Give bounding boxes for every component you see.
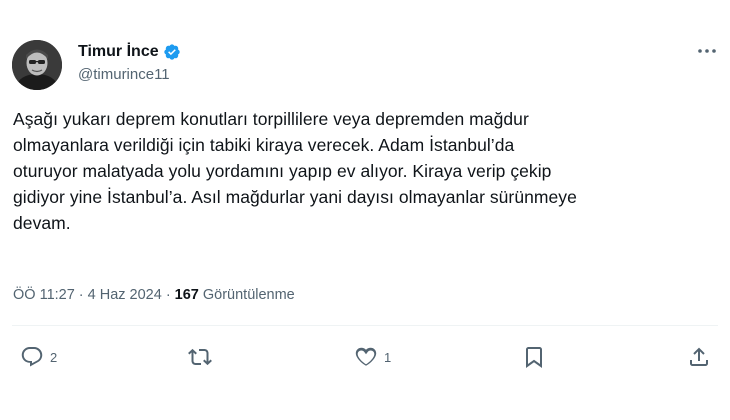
tweet-meta: ÖÖ 11:27 · 4 Haz 2024 · 167 Görüntülenme [13,286,295,304]
like-button[interactable]: 1 [354,345,391,369]
views-label: Görüntülenme [202,287,295,303]
retweet-icon [188,345,212,369]
bookmark-button[interactable] [522,345,546,369]
reply-count: 2 [50,349,58,365]
avatar[interactable] [12,40,62,90]
tweet-text: Aşağı yukarı deprem konutları torpillile… [13,109,577,233]
verified-badge-icon [163,43,181,61]
share-icon [687,345,711,369]
author-display-name[interactable]: Timur İnce [78,42,159,62]
bookmark-icon [522,345,546,369]
share-button[interactable] [687,345,711,369]
author-name-row: Timur İnce [78,42,181,62]
divider [12,325,718,326]
action-bar: 2 1 [0,340,730,376]
author-handle[interactable]: @timurince11 [78,65,170,85]
tweet-card: Timur İnce @timurince11 Aşağı yukarı dep… [0,0,730,420]
meta-separator: · [165,287,171,303]
more-dots-icon[interactable] [696,40,718,62]
tweet-time[interactable]: ÖÖ 11:27 [13,286,75,304]
tweet-date[interactable]: 4 Haz 2024 [88,286,162,304]
like-count: 1 [384,349,392,365]
retweet-button[interactable] [188,345,218,369]
meta-separator: · [78,287,84,303]
reply-icon [20,345,44,369]
views-count: 167 [174,287,199,303]
reply-button[interactable]: 2 [20,345,57,369]
avatar-image [12,40,62,90]
heart-icon [354,345,378,369]
